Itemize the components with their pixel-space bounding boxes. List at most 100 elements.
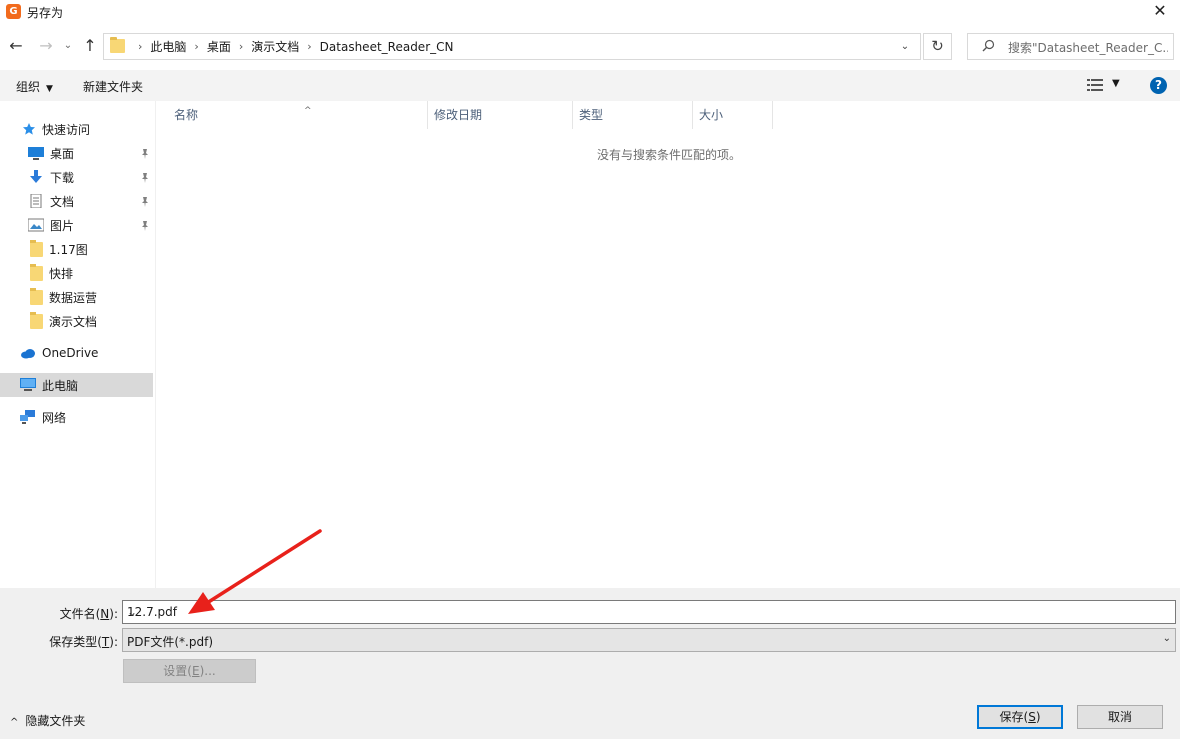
desktop-icon	[28, 147, 44, 160]
hide-folders-label: 隐藏文件夹	[25, 714, 86, 728]
column-header-date-modified[interactable]: 修改日期	[428, 101, 573, 129]
filetype-label: 保存类型(T):	[8, 633, 118, 650]
breadcrumb-this-pc[interactable]: 此电脑	[150, 38, 186, 55]
folder-icon	[110, 37, 125, 53]
filename-field[interactable]: 12.7.pdf ⌄	[122, 600, 1176, 624]
column-header-label: 名称	[174, 108, 199, 122]
filetype-select[interactable]: PDF文件(*.pdf) ⌄	[122, 628, 1176, 652]
document-icon	[30, 194, 42, 208]
column-header-name[interactable]: 名称 ^	[168, 101, 428, 129]
breadcrumb-desktop[interactable]: 桌面	[207, 38, 231, 55]
sidebar-item-label: 网络	[42, 410, 67, 425]
sidebar-item-label: 下载	[50, 170, 75, 185]
save-label: 保存(	[999, 710, 1029, 724]
save-label-suffix: )	[1035, 710, 1041, 724]
address-dropdown-button[interactable]: ⌄	[890, 34, 920, 59]
chevron-up-icon: ^	[10, 717, 19, 728]
view-dropdown-button[interactable]: ▼	[1112, 78, 1120, 89]
chevron-down-icon[interactable]: ⌄	[127, 605, 1171, 619]
picture-icon	[28, 218, 44, 232]
hide-folders-button[interactable]: ^ 隐藏文件夹	[10, 712, 85, 729]
chevron-right-icon[interactable]: ›	[138, 40, 142, 53]
chevron-right-icon[interactable]: ›	[239, 40, 243, 53]
forward-button[interactable]: →	[36, 36, 56, 58]
caret-down-icon: ▼	[46, 84, 53, 94]
pin-icon[interactable]	[140, 197, 150, 210]
pin-icon[interactable]	[140, 221, 150, 234]
filetype-label-suffix: ):	[109, 635, 118, 649]
column-header-type[interactable]: 类型	[573, 101, 693, 129]
sidebar-item-network[interactable]: 网络	[20, 406, 173, 428]
breadcrumb-current-folder[interactable]: Datasheet_Reader_CN	[320, 40, 454, 54]
sidebar-item-label: 演示文档	[49, 314, 98, 329]
filetype-label-text: 保存类型(	[49, 635, 102, 649]
command-bar: 组织 ▼ 新建文件夹 ▼ ?	[0, 70, 1180, 101]
close-button[interactable]: ✕	[1140, 0, 1180, 24]
settings-label-suffix: )...	[199, 664, 216, 678]
sidebar-item-label: 此电脑	[42, 378, 79, 393]
help-icon[interactable]: ?	[1150, 77, 1167, 94]
cancel-button[interactable]: 取消	[1077, 705, 1163, 729]
folder-icon	[30, 239, 43, 257]
filetype-value: PDF文件(*.pdf)	[127, 635, 214, 649]
sidebar-item-quick-access[interactable]: 快速访问	[22, 118, 175, 140]
settings-label: 设置(	[163, 664, 192, 678]
breadcrumb: › 此电脑 › 桌面 › 演示文档 › Datasheet_Reader_CN	[130, 34, 453, 59]
star-icon	[23, 123, 35, 135]
settings-button[interactable]: 设置(E)...	[123, 659, 256, 683]
organize-menu[interactable]: 组织 ▼	[16, 78, 53, 95]
sidebar-item-label: 数据运营	[49, 290, 98, 305]
filename-label-text: 文件名(	[59, 607, 101, 621]
sidebar-item-label: 文档	[50, 194, 75, 209]
filename-label: 文件名(N):	[8, 605, 118, 622]
filename-label-suffix: ):	[109, 607, 118, 621]
chevron-down-icon: ⌄	[1162, 633, 1171, 644]
chevron-right-icon[interactable]: ›	[307, 40, 311, 53]
pin-icon	[142, 173, 148, 183]
breadcrumb-demo-docs[interactable]: 演示文档	[251, 38, 299, 55]
folder-icon	[30, 263, 43, 281]
title-bar: G 另存为 ✕	[0, 0, 1180, 24]
search-icon	[982, 39, 995, 52]
app-icon: G	[6, 4, 21, 19]
sidebar-item-this-pc[interactable]: 此电脑	[0, 373, 153, 397]
new-folder-button[interactable]: 新建文件夹	[83, 78, 143, 95]
sort-ascending-icon: ^	[304, 106, 312, 116]
back-button[interactable]: ←	[6, 36, 26, 58]
sidebar-item-label: OneDrive	[42, 346, 99, 360]
computer-icon	[20, 378, 36, 391]
pin-icon[interactable]	[140, 173, 150, 186]
pin-icon[interactable]	[140, 149, 150, 162]
window-title: 另存为	[27, 6, 64, 20]
save-options-panel: 文件名(N): 12.7.pdf ⌄ 保存类型(T): PDF文件(*.pdf)…	[0, 588, 1180, 739]
download-icon	[30, 170, 42, 183]
file-list: 名称 ^ 修改日期 类型 大小 没有与搜索条件匹配的项。	[157, 101, 1180, 588]
recent-locations-button[interactable]: ⌄	[60, 36, 76, 58]
sidebar-item-label: 图片	[50, 218, 75, 233]
sidebar-item-onedrive[interactable]: OneDrive	[20, 342, 173, 364]
search-placeholder: 搜索"Datasheet_Reader_C...	[1008, 41, 1168, 55]
chevron-right-icon[interactable]: ›	[194, 40, 198, 53]
search-input[interactable]: 搜索"Datasheet_Reader_C...	[967, 33, 1174, 60]
save-button[interactable]: 保存(S)	[977, 705, 1063, 729]
network-icon	[20, 410, 35, 424]
sidebar-item-label: 1.17图	[49, 242, 88, 257]
pin-icon	[142, 149, 148, 159]
folder-icon	[30, 311, 43, 329]
column-header-size[interactable]: 大小	[693, 101, 773, 129]
empty-message: 没有与搜索条件匹配的项。	[597, 148, 742, 162]
sidebar-item-label: 快排	[49, 266, 74, 281]
settings-accesskey: E	[191, 664, 200, 678]
navigation-bar: ← → ⌄ ↑ › 此电脑 › 桌面 › 演示文档 › Datasheet_Re…	[0, 28, 1180, 66]
pin-icon	[142, 221, 148, 231]
refresh-button[interactable]: ↻	[923, 33, 952, 60]
pin-icon	[142, 197, 148, 207]
filename-label-accesskey: N	[100, 607, 110, 621]
organize-label: 组织	[16, 80, 41, 94]
address-bar[interactable]: › 此电脑 › 桌面 › 演示文档 › Datasheet_Reader_CN …	[103, 33, 921, 60]
up-button[interactable]: ↑	[80, 36, 100, 58]
view-options-icon[interactable]	[1087, 78, 1103, 92]
save-accesskey: S	[1028, 710, 1036, 724]
folder-icon	[30, 287, 43, 305]
sidebar-item-label: 桌面	[50, 146, 75, 161]
